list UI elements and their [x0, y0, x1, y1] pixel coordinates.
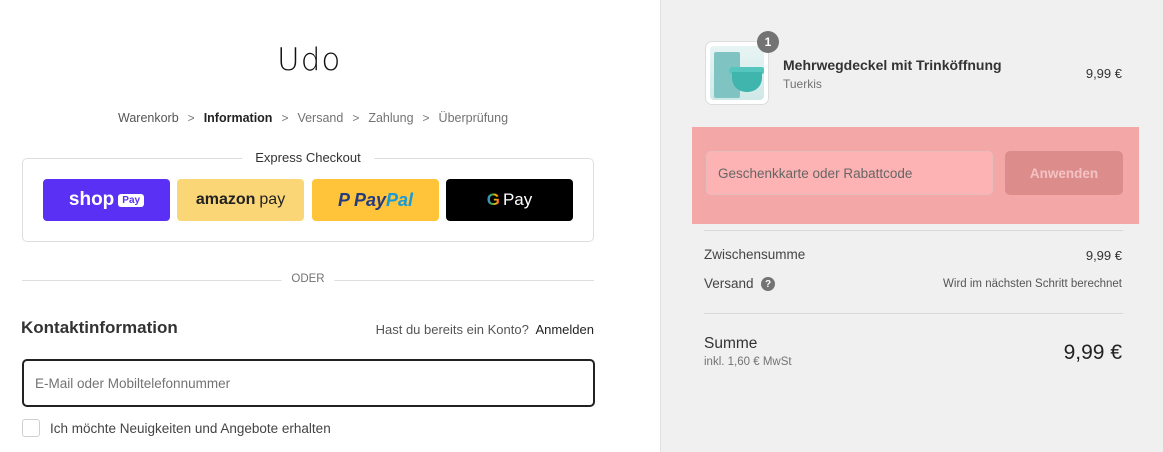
- chevron-right-icon: >: [422, 111, 430, 125]
- login-prompt: Hast du bereits ein Konto? Anmelden: [376, 322, 594, 337]
- shipping-value: Wird im nächsten Schritt berechnet: [943, 278, 1122, 290]
- express-checkout: Express Checkout shop Pay amazon pay P P…: [22, 150, 594, 242]
- chevron-right-icon: >: [281, 111, 289, 125]
- breadcrumb: Warenkorb > Information > Versand > Zahl…: [118, 111, 508, 125]
- google-pay-button[interactable]: G Pay: [446, 179, 573, 221]
- discount-code-section: Anwenden: [692, 127, 1139, 224]
- breadcrumb-item-shipping: Versand: [297, 111, 344, 125]
- newsletter-checkbox[interactable]: [22, 419, 40, 437]
- shipping-label: Versand: [704, 276, 754, 291]
- or-divider: ODER: [22, 273, 594, 285]
- login-prompt-text: Hast du bereits ein Konto?: [375, 322, 529, 337]
- breadcrumb-item-review: Überprüfung: [438, 111, 509, 125]
- paypal-text-pay: Pay: [353, 189, 386, 210]
- product-variant: Tuerkis: [783, 77, 822, 91]
- shop-pay-logo-text: shop: [68, 189, 115, 210]
- checkout-main-panel: Udo Warenkorb > Information > Versand > …: [0, 0, 660, 452]
- amazon-pay-text: pay: [259, 191, 286, 208]
- amazon-logo-text: amazon: [195, 191, 256, 208]
- summary-divider: [704, 230, 1123, 231]
- product-image: [710, 46, 764, 100]
- total-divider: [704, 313, 1123, 314]
- total-label: Summe: [704, 335, 758, 352]
- breadcrumb-item-payment: Zahlung: [368, 111, 414, 125]
- tax-note: inkl. 1,60 € MwSt: [704, 356, 792, 368]
- chevron-right-icon: >: [187, 111, 195, 125]
- paypal-icon: P: [337, 189, 350, 210]
- subtotal-value: 9,99 €: [1085, 248, 1122, 263]
- product-price: 9,99 €: [1085, 66, 1122, 81]
- breadcrumb-item-information: Information: [203, 111, 273, 125]
- contact-section-title: Kontaktinformation: [21, 318, 178, 337]
- quantity-badge: 1: [757, 31, 779, 53]
- google-g-icon: G: [486, 190, 500, 209]
- product-thumbnail: 1: [705, 31, 779, 105]
- store-logo[interactable]: Udo: [277, 42, 341, 78]
- paypal-button[interactable]: P Pay Pal: [312, 179, 439, 221]
- subtotal-label: Zwischensumme: [704, 247, 806, 262]
- chevron-right-icon: >: [352, 111, 360, 125]
- paypal-text-pal: Pal: [386, 189, 414, 210]
- apply-discount-button[interactable]: Anwenden: [1005, 151, 1123, 195]
- or-divider-text: ODER: [281, 273, 335, 285]
- product-image-cup: [732, 72, 762, 92]
- login-link[interactable]: Anmelden: [535, 322, 594, 337]
- newsletter-option[interactable]: Ich möchte Neuigkeiten und Angebote erha…: [22, 419, 331, 437]
- amazon-pay-button[interactable]: amazon pay: [177, 179, 304, 221]
- order-summary-panel: 1 Mehrwegdeckel mit Trinköffnung Tuerkis…: [660, 0, 1163, 452]
- express-checkout-title: Express Checkout: [242, 150, 374, 165]
- email-or-phone-input[interactable]: [22, 359, 595, 407]
- shop-pay-pill: Pay: [118, 193, 145, 207]
- discount-code-input[interactable]: [706, 151, 993, 195]
- help-icon[interactable]: ?: [761, 277, 775, 291]
- shop-pay-button[interactable]: shop Pay: [43, 179, 170, 221]
- product-name: Mehrwegdeckel mit Trinköffnung: [783, 57, 1002, 73]
- newsletter-label: Ich möchte Neuigkeiten und Angebote erha…: [50, 420, 331, 436]
- google-pay-text: Pay: [502, 190, 533, 209]
- breadcrumb-item-cart[interactable]: Warenkorb: [118, 111, 179, 125]
- total-value: 9,99 €: [1063, 341, 1122, 364]
